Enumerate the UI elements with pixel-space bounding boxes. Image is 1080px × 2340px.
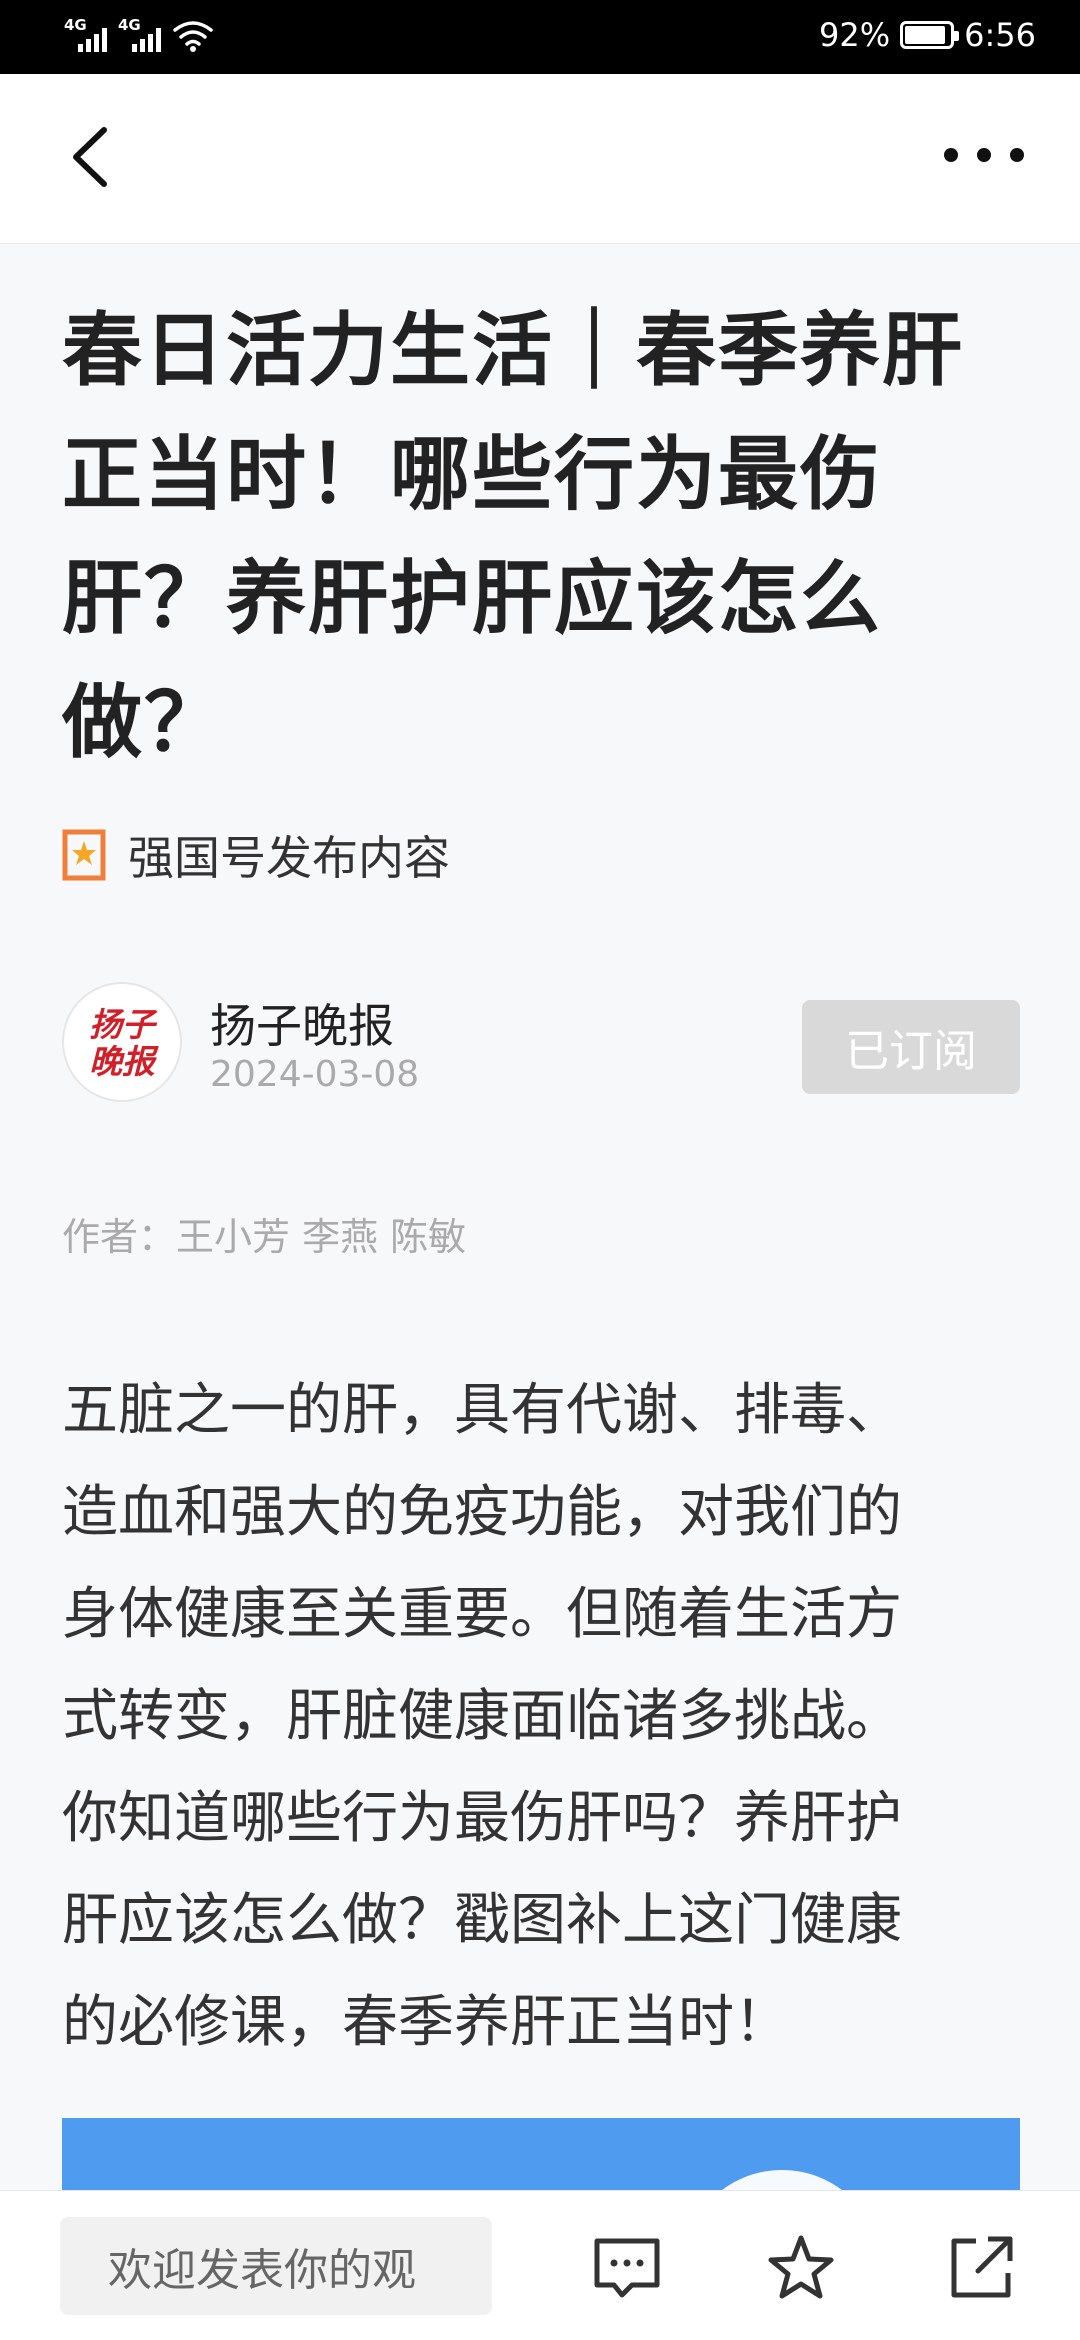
navigation-bar <box>0 74 1080 244</box>
comment-input[interactable]: 欢迎发表你的观 <box>60 2217 492 2315</box>
status-right: 92% 6:56 <box>819 16 1036 54</box>
title-line: 正当时！哪些行为最伤 <box>62 427 882 521</box>
cellular-signal-icon-2: 4G <box>118 18 162 54</box>
body-line: 的必修课，春季养肝正当时！ <box>62 1990 790 2055</box>
more-dot <box>977 148 991 162</box>
article-authors: 作者：王小芳 李燕 陈敏 <box>62 1215 467 1259</box>
bookmark-star-icon <box>62 829 106 881</box>
article-title: 春日活力生活｜春季养肝 正当时！哪些行为最伤 肝？养肝护肝应该怎么 做？ <box>62 288 992 784</box>
publisher-row: 扬子 晚报 扬子晚报 2024-03-08 已订阅 <box>62 982 1020 1106</box>
bottom-action-bar: 欢迎发表你的观 <box>0 2190 1080 2340</box>
more-dot <box>1010 148 1024 162</box>
title-line: 做？ <box>62 675 226 769</box>
body-line: 你知道哪些行为最伤肝吗？养肝护 <box>62 1786 902 1851</box>
source-label: 强国号发布内容 <box>128 831 450 885</box>
svg-text:晚报: 晚报 <box>89 1042 159 1081</box>
status-bar: 4G 4G 92% 6:56 <box>0 0 1080 74</box>
svg-text:扬子: 扬子 <box>89 1005 158 1044</box>
status-left: 4G 4G <box>64 18 214 54</box>
star-icon[interactable] <box>766 2233 836 2303</box>
publish-date: 2024-03-08 <box>210 1054 420 1095</box>
body-line: 式转变，肝脏健康面临诸多挑战。 <box>62 1684 902 1749</box>
battery-percent: 92% <box>819 16 891 54</box>
more-dot <box>944 148 958 162</box>
body-line: 造血和强大的免疫功能，对我们的 <box>62 1480 902 1545</box>
comment-icon[interactable] <box>592 2233 662 2303</box>
article-body: 五脏之一的肝，具有代谢、排毒、 造血和强大的免疫功能，对我们的 身体健康至关重要… <box>62 1360 1022 2074</box>
publisher-name[interactable]: 扬子晚报 <box>210 990 394 1056</box>
title-line: 春日活力生活｜春季养肝 <box>62 303 964 397</box>
body-line: 肝应该怎么做？戳图补上这门健康 <box>62 1888 902 1953</box>
source-label-row: 强国号发布内容 <box>62 822 450 888</box>
publisher-avatar[interactable]: 扬子 晚报 <box>62 982 182 1102</box>
title-line: 肝？养肝护肝应该怎么 <box>62 551 882 645</box>
more-options-icon[interactable] <box>944 140 1024 170</box>
clock: 6:56 <box>964 16 1036 54</box>
body-line: 五脏之一的肝，具有代谢、排毒、 <box>62 1378 902 1443</box>
wifi-icon <box>173 21 213 52</box>
body-line: 身体健康至关重要。但随着生活方 <box>62 1582 902 1647</box>
battery-level <box>905 26 946 44</box>
subscribed-button[interactable]: 已订阅 <box>802 1000 1020 1094</box>
cellular-signal-icon: 4G <box>64 18 108 54</box>
share-icon[interactable] <box>946 2233 1016 2303</box>
battery-icon <box>900 21 960 49</box>
chevron-left-icon[interactable] <box>60 122 130 192</box>
publisher-logo: 扬子 晚报 <box>89 1005 159 1081</box>
